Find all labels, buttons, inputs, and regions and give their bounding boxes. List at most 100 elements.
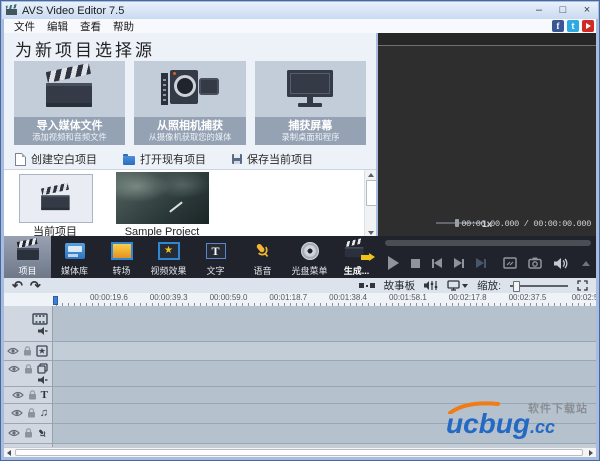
fullscreen-icon[interactable] bbox=[503, 257, 517, 269]
app-icon bbox=[5, 4, 18, 16]
previous-button[interactable] bbox=[432, 258, 442, 268]
monitor-icon bbox=[283, 70, 337, 108]
tab-media-library[interactable]: 媒体库 bbox=[51, 236, 98, 278]
save-icon bbox=[232, 154, 242, 164]
ruler-tick: 00:01:38.4 bbox=[329, 293, 367, 302]
clapperboard-icon bbox=[45, 63, 94, 108]
speaker-icon[interactable] bbox=[38, 326, 48, 335]
scroll-left-icon[interactable] bbox=[4, 448, 14, 457]
play-button[interactable] bbox=[388, 256, 399, 270]
current-project-thumbnail[interactable] bbox=[19, 174, 93, 223]
ruler-tick: 00:02:37.5 bbox=[508, 293, 547, 302]
open-project-link[interactable]: 打开现有项目 bbox=[123, 151, 206, 167]
import-media-card[interactable]: 导入媒体文件 添加视频和音频文件 bbox=[14, 61, 126, 145]
lock-icon[interactable] bbox=[24, 363, 33, 374]
lock-icon[interactable] bbox=[24, 428, 33, 438]
tab-voice[interactable]: 语音 bbox=[239, 236, 286, 278]
clapperboard-icon bbox=[40, 182, 71, 211]
menu-bar: 文件 编辑 查看 帮助 f t bbox=[4, 19, 596, 33]
volume-icon[interactable] bbox=[553, 257, 569, 270]
preview-monitor: 1x 00:00:00.000 / 00:00:00.000 bbox=[378, 33, 596, 236]
capture-camera-card[interactable]: 从照相机捕获 从摄像机获取您的媒体 bbox=[134, 61, 246, 145]
speed-slider-handle[interactable] bbox=[455, 219, 459, 227]
timeline-zoom-slider[interactable] bbox=[510, 281, 568, 292]
new-project-link[interactable]: 创建空白项目 bbox=[15, 151, 97, 167]
overlay-track-lane[interactable] bbox=[53, 361, 596, 387]
audio-mixer-icon[interactable] bbox=[424, 280, 438, 291]
vertical-scrollbar[interactable] bbox=[364, 170, 376, 236]
menu-help[interactable]: 帮助 bbox=[107, 19, 140, 34]
ruler-tick: 00:00:39.3 bbox=[149, 293, 188, 302]
sample-project-thumbnail[interactable] bbox=[116, 172, 209, 224]
minimize-button[interactable]: – bbox=[532, 4, 546, 17]
overlay-icon bbox=[37, 363, 48, 374]
ruler-tick: 00:02:17.8 bbox=[448, 293, 487, 302]
tab-transitions[interactable]: 转场 bbox=[98, 236, 145, 278]
undo-icon[interactable]: ↶ bbox=[12, 279, 23, 292]
eye-icon[interactable] bbox=[11, 391, 24, 399]
window-title: AVS Video Editor 7.5 bbox=[22, 4, 125, 17]
snapshot-icon[interactable] bbox=[528, 257, 542, 269]
eye-icon[interactable] bbox=[7, 347, 19, 355]
volume-expand-icon[interactable] bbox=[582, 260, 590, 266]
tab-disc-menu[interactable]: 光盘菜单 bbox=[286, 236, 333, 278]
eye-icon[interactable] bbox=[8, 429, 20, 437]
facebook-icon[interactable]: f bbox=[552, 20, 564, 32]
seek-bar[interactable] bbox=[385, 240, 591, 246]
twitter-icon[interactable]: t bbox=[567, 20, 579, 32]
stop-button[interactable] bbox=[411, 258, 420, 268]
ruler-tick: 00:00:19.6 bbox=[89, 293, 128, 302]
lock-icon[interactable] bbox=[27, 408, 36, 418]
eye-icon[interactable] bbox=[8, 365, 20, 373]
redo-icon[interactable]: ↷ bbox=[30, 279, 41, 292]
menu-file[interactable]: 文件 bbox=[8, 19, 41, 34]
capture-screen-card[interactable]: 捕获屏幕 录制桌面和程序 bbox=[254, 61, 366, 145]
playhead-marker[interactable] bbox=[53, 296, 58, 305]
ruler-tick: 00:00:59.0 bbox=[209, 293, 248, 302]
scrollbar-thumb[interactable] bbox=[15, 449, 583, 456]
youtube-icon[interactable] bbox=[582, 20, 594, 32]
produce-icon bbox=[344, 238, 375, 261]
effects-track-lane[interactable] bbox=[53, 342, 596, 360]
step-forward-button[interactable] bbox=[476, 258, 486, 268]
storyboard-mode-icon[interactable] bbox=[358, 283, 375, 288]
save-project-link[interactable]: 保存当前项目 bbox=[232, 151, 313, 167]
scrollbar-thumb[interactable] bbox=[366, 180, 376, 206]
next-button[interactable] bbox=[454, 258, 464, 268]
tab-produce[interactable]: 生成... bbox=[333, 236, 380, 278]
card-title: 导入媒体文件 bbox=[36, 120, 103, 132]
dual-monitor-dropdown[interactable] bbox=[447, 280, 469, 291]
card-subtitle: 添加视频和音频文件 bbox=[32, 132, 107, 142]
scroll-down-icon[interactable] bbox=[365, 228, 376, 236]
zoom-label: 缩放: bbox=[477, 280, 501, 292]
microphone-icon bbox=[39, 429, 46, 437]
disc-menu-icon bbox=[297, 242, 319, 260]
close-button[interactable]: × bbox=[580, 4, 594, 17]
card-title: 捕获屏幕 bbox=[288, 120, 333, 132]
storyboard-label[interactable]: 故事板 bbox=[384, 278, 416, 293]
lock-icon[interactable] bbox=[23, 346, 32, 356]
timeline-options-bar: ↶ ↷ 故事板 缩放: bbox=[4, 278, 596, 293]
timeline-ruler[interactable]: 00:00:19.6 00:00:39.3 00:00:59.0 00:01:1… bbox=[4, 293, 596, 306]
tab-project[interactable]: 项目 bbox=[4, 236, 51, 278]
scroll-up-icon[interactable] bbox=[365, 170, 376, 179]
scroll-right-icon[interactable] bbox=[586, 448, 596, 457]
menu-view[interactable]: 查看 bbox=[74, 19, 107, 34]
workspace: 为新项目选择源 导入媒体文件 添加视频和音频文件 从照相机捕获 从摄像机获取您的… bbox=[4, 33, 596, 236]
ruler-tick: 00:02:57 bbox=[571, 293, 596, 302]
horizontal-scrollbar[interactable] bbox=[4, 447, 596, 457]
preview-header bbox=[378, 33, 596, 46]
menu-edit[interactable]: 编辑 bbox=[41, 19, 74, 34]
video-track-lane[interactable] bbox=[53, 306, 596, 341]
lock-icon[interactable] bbox=[28, 390, 37, 400]
fit-timeline-icon[interactable] bbox=[577, 280, 588, 291]
speaker-icon[interactable] bbox=[38, 376, 48, 385]
card-subtitle: 录制桌面和程序 bbox=[281, 132, 340, 142]
video-track-row bbox=[4, 306, 596, 343]
tab-text[interactable]: T 文字 bbox=[192, 236, 239, 278]
maximize-button[interactable]: □ bbox=[556, 4, 570, 17]
eye-icon[interactable] bbox=[10, 409, 23, 417]
tab-video-effects[interactable]: ★ 视频效果 bbox=[145, 236, 192, 278]
media-library-icon bbox=[64, 243, 85, 259]
text-icon: T bbox=[205, 243, 226, 259]
